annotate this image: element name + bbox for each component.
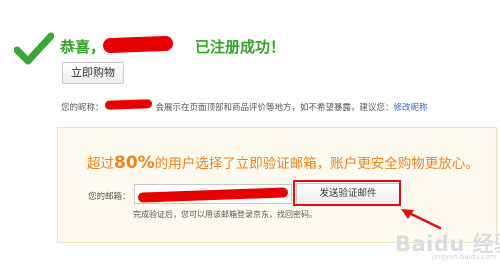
watermark-url: jingyan.baidu.com [432, 253, 497, 261]
nickname-notice: 会展示在页面顶部和商品评价等地方，如不希望暴露，建议您： [155, 103, 394, 113]
success-title-prefix: 恭喜， [60, 38, 106, 56]
success-title-suffix: 已注册成功！ [195, 38, 286, 56]
success-title: 恭喜， 已注册成功！ [60, 36, 285, 57]
promo-prefix: 超过 [87, 156, 114, 172]
modify-nickname-link[interactable]: 修改昵称 [394, 103, 428, 113]
redacted-nickname [104, 99, 153, 110]
buy-now-button[interactable]: 立即购物 [62, 62, 124, 84]
check-icon [14, 32, 54, 65]
promo-text: 超过80%的用户选择了立即验证邮箱，账户更安全购物更放心。 [87, 152, 479, 173]
redacted-username [102, 35, 174, 54]
send-verification-email-button[interactable]: 发送验证邮件 [296, 183, 400, 205]
promo-percent: 80% [114, 153, 155, 173]
nickname-label: 您的昵称： [61, 103, 104, 113]
promo-suffix: 的用户选择了立即验证邮箱，账户更安全购物更放心。 [154, 156, 479, 172]
verify-hint-text: 完成验证后，您可以用该邮箱登录京东，找回密码。 [133, 210, 317, 219]
email-label: 您的邮箱： [88, 192, 131, 202]
